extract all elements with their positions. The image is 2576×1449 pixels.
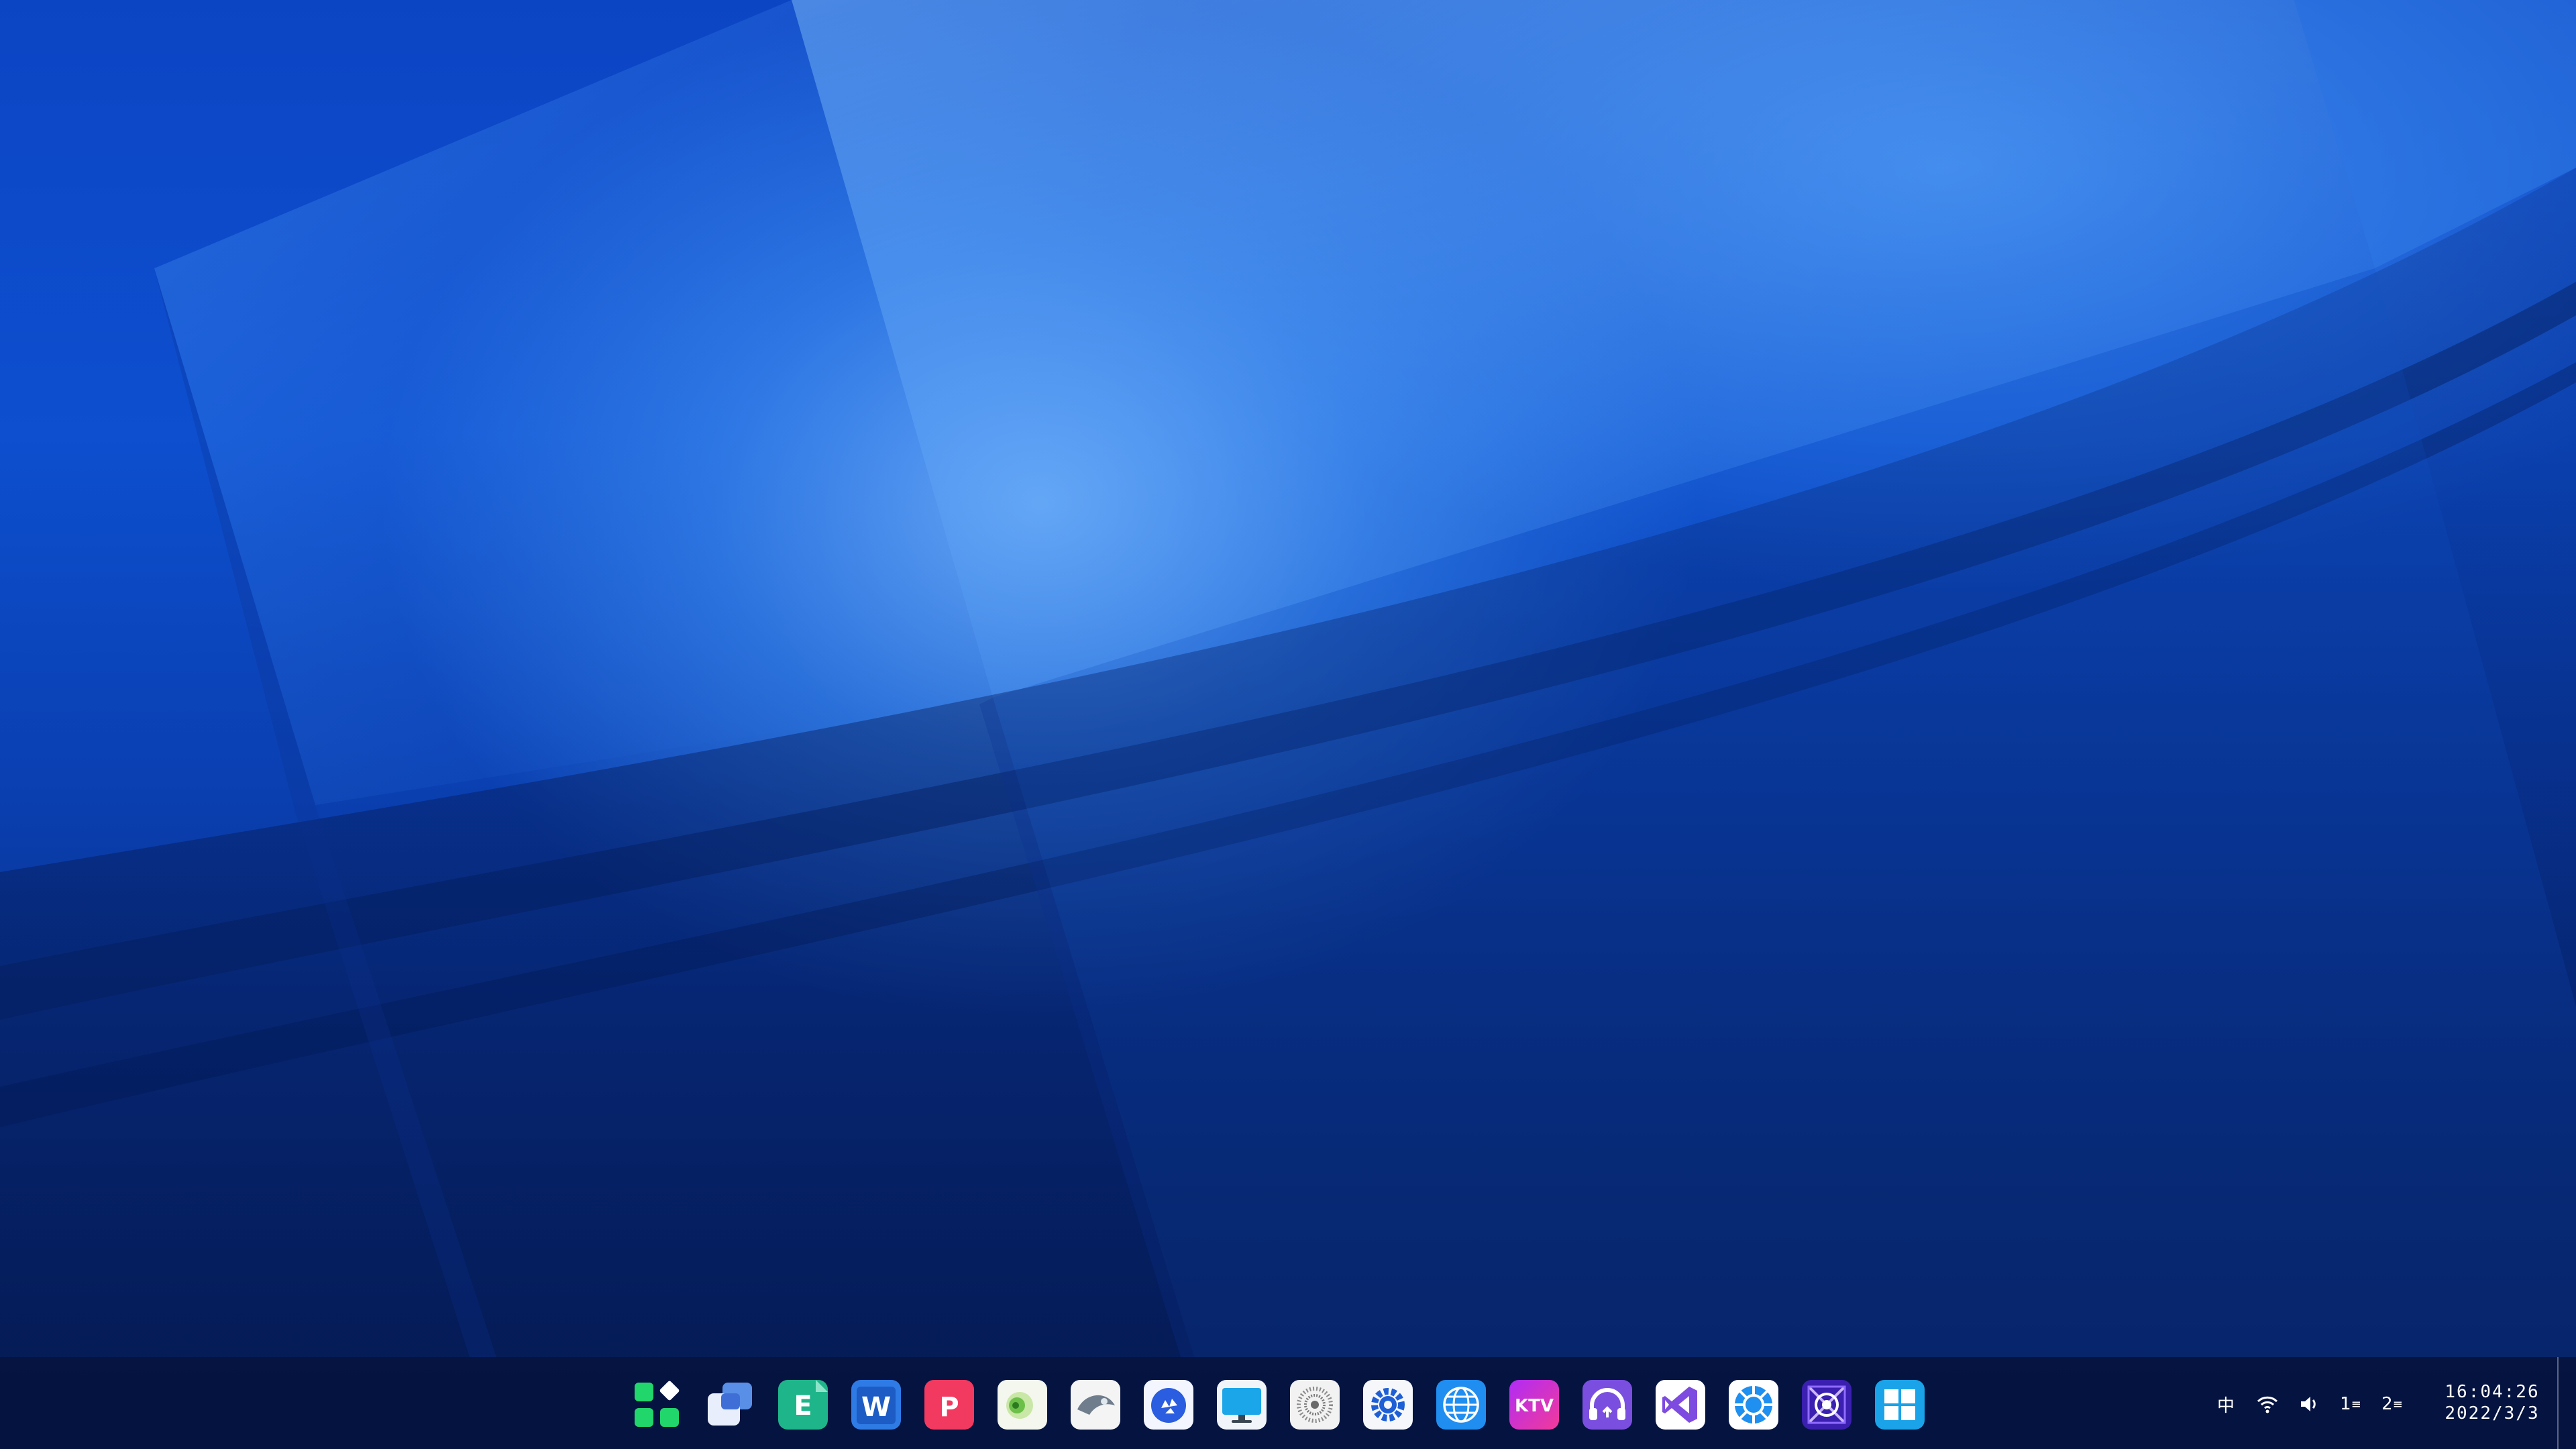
gear-icon[interactable] [1362,1379,1414,1431]
word-icon[interactable]: W [850,1379,902,1431]
music-icon[interactable] [996,1379,1049,1431]
clock-time: 16:04:26 [2445,1382,2540,1402]
input-method-indicator[interactable]: 中 [2214,1392,2238,1416]
clock[interactable]: 16:04:26 2022/3/3 [2428,1381,2556,1424]
monitor-icon[interactable] [1216,1379,1268,1431]
presentation-icon[interactable]: P [923,1379,975,1431]
spreadsheet-icon[interactable]: E [777,1379,829,1431]
vs-icon[interactable] [1654,1379,1707,1431]
workspace-2-indicator[interactable]: 2 ≡ [2380,1392,2404,1416]
desktop[interactable]: E W P KTV 中 1 ≡ 2 ≡ 16:04:26 2022/3/3 [0,0,2576,1449]
taskbar: E W P KTV 中 1 ≡ 2 ≡ 16:04:26 2022/3/3 [0,1357,2576,1449]
multitask-icon[interactable] [704,1379,756,1431]
globe-icon[interactable] [1435,1379,1487,1431]
workspace-2-label: 2 [2381,1394,2393,1414]
svg-text:KTV: KTV [1515,1396,1554,1416]
svg-text:E: E [794,1391,812,1421]
workspace-1-indicator[interactable]: 1 ≡ [2339,1392,2363,1416]
dock: E W P KTV [631,1379,1926,1431]
recycle-icon[interactable] [1142,1379,1195,1431]
image-viewer-icon[interactable] [1069,1379,1122,1431]
wifi-icon[interactable] [2255,1392,2279,1416]
svg-text:P: P [939,1392,959,1423]
svg-text:W: W [861,1392,891,1423]
sunburst-icon[interactable] [1289,1379,1341,1431]
ktv-icon[interactable]: KTV [1508,1379,1560,1431]
vm-icon[interactable] [1801,1379,1853,1431]
launcher-icon[interactable] [631,1379,683,1431]
speaker-icon[interactable] [2297,1392,2321,1416]
app-store-icon[interactable] [1727,1379,1780,1431]
system-tray: 中 1 ≡ 2 ≡ [2214,1384,2404,1424]
show-desktop-button[interactable] [2557,1357,2576,1449]
workspace-1-label: 1 [2340,1394,2351,1414]
workspace-1-lines: ≡ [2351,1397,2361,1411]
windows-icon[interactable] [1874,1379,1926,1431]
workspace-2-lines: ≡ [2392,1397,2403,1411]
wallpaper [0,0,2576,1449]
clock-date: 2022/3/3 [2445,1403,2540,1424]
headphones-icon[interactable] [1581,1379,1633,1431]
